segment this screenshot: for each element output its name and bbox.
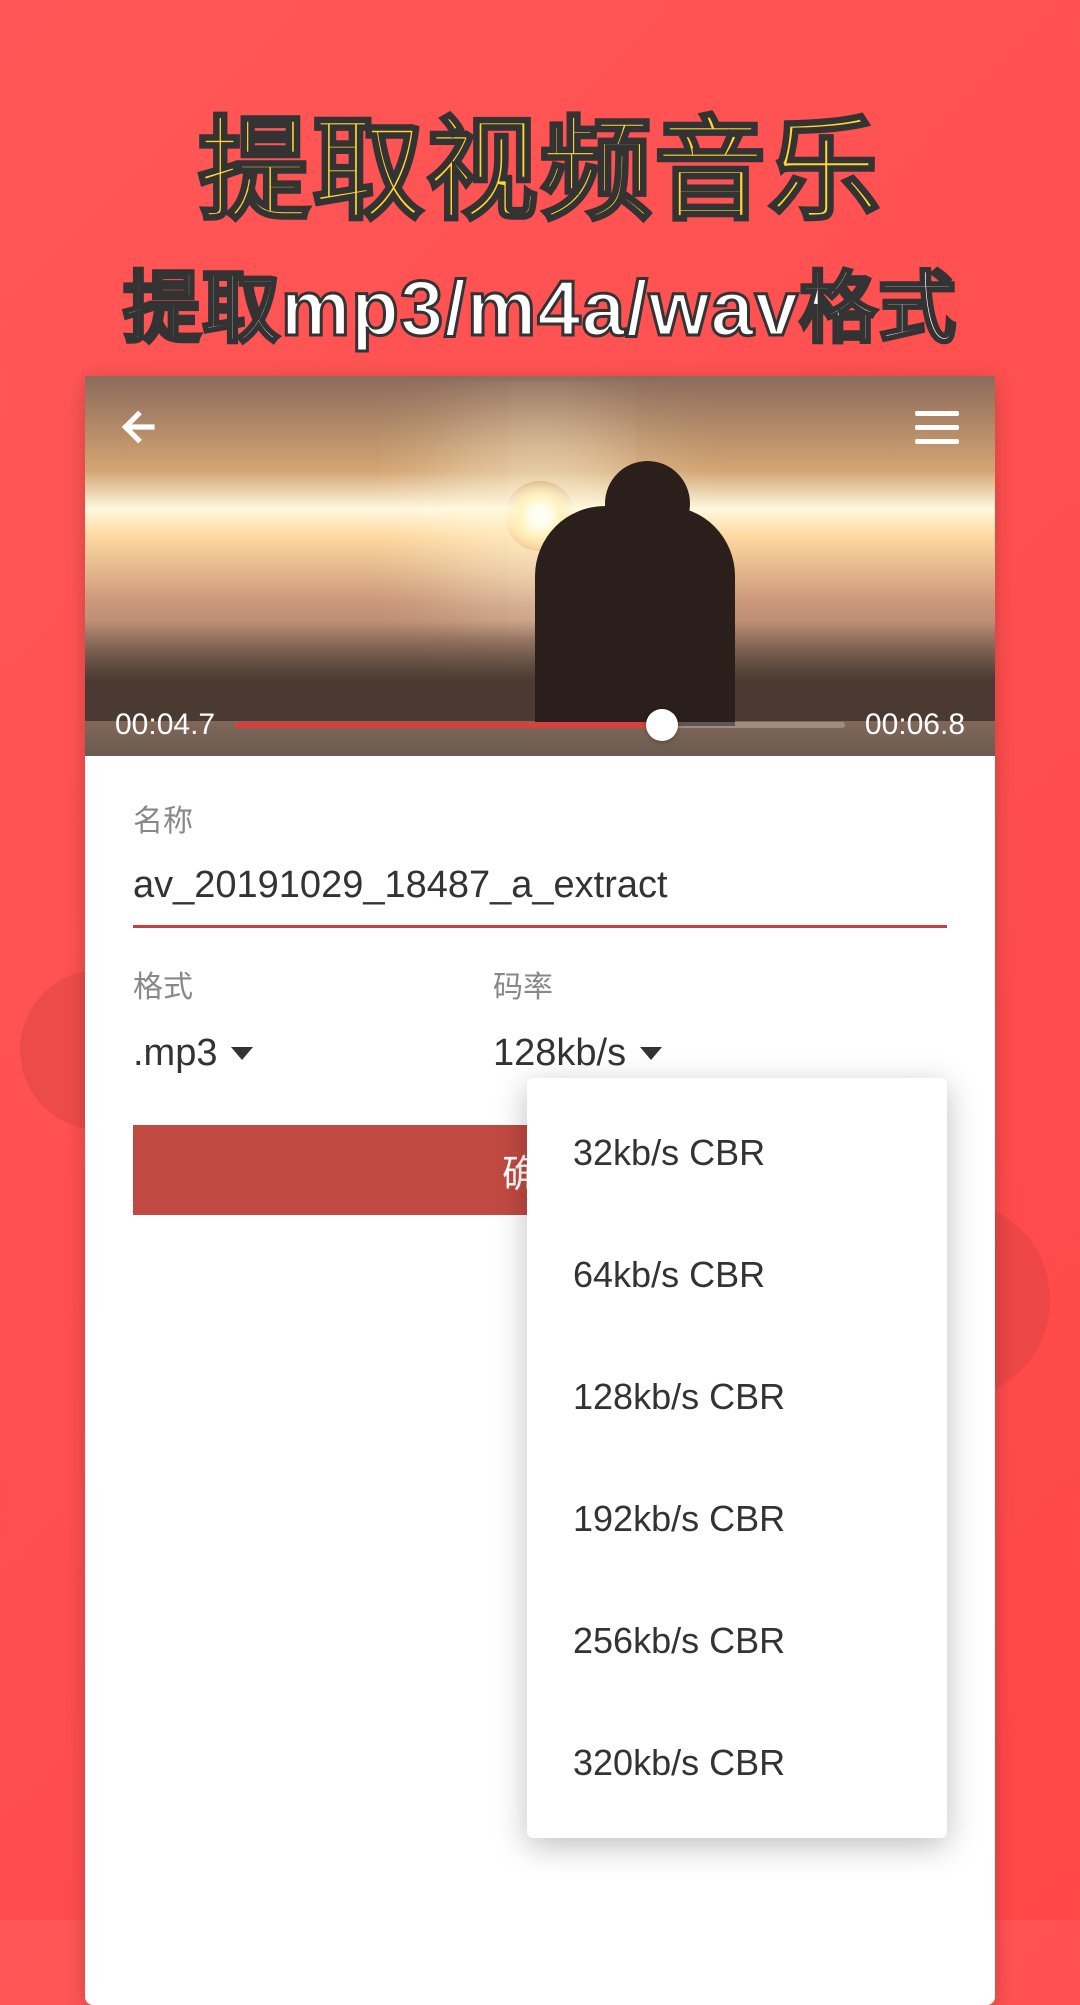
current-time-label: 00:04.7 — [115, 708, 215, 742]
progress-fill — [235, 722, 662, 728]
bitrate-label: 码率 — [493, 962, 662, 1006]
format-label: 格式 — [133, 962, 433, 1006]
bitrate-option[interactable]: 128kb/s CBR — [527, 1336, 947, 1458]
bitrate-dropdown-menu: 32kb/s CBR 64kb/s CBR 128kb/s CBR 192kb/… — [527, 1078, 947, 1838]
chevron-down-icon — [231, 1047, 253, 1060]
format-value: .mp3 — [133, 1032, 217, 1075]
name-label: 名称 — [133, 796, 947, 840]
video-preview[interactable]: 00:04.7 00:06.8 — [85, 376, 995, 756]
bitrate-dropdown[interactable]: 128kb/s — [493, 1022, 662, 1085]
bitrate-option[interactable]: 192kb/s CBR — [527, 1458, 947, 1580]
bitrate-option[interactable]: 320kb/s CBR — [527, 1702, 947, 1824]
bitrate-value: 128kb/s — [493, 1032, 626, 1075]
bitrate-option[interactable]: 256kb/s CBR — [527, 1580, 947, 1702]
bitrate-option[interactable]: 64kb/s CBR — [527, 1214, 947, 1336]
total-time-label: 00:06.8 — [865, 708, 965, 742]
app-container: 00:04.7 00:06.8 名称 格式 .mp3 码率 128kb/ — [85, 376, 995, 2005]
progress-handle[interactable] — [646, 709, 678, 741]
menu-icon[interactable] — [915, 402, 965, 452]
format-dropdown[interactable]: .mp3 — [133, 1022, 433, 1085]
video-decoration — [535, 506, 735, 726]
name-input[interactable] — [133, 856, 947, 928]
chevron-down-icon — [640, 1047, 662, 1060]
progress-bar[interactable] — [235, 722, 845, 728]
back-icon[interactable] — [115, 402, 165, 452]
video-progress-row: 00:04.7 00:06.8 — [115, 708, 965, 742]
bitrate-option[interactable]: 32kb/s CBR — [527, 1092, 947, 1214]
dropdown-row: 格式 .mp3 码率 128kb/s — [133, 962, 947, 1085]
